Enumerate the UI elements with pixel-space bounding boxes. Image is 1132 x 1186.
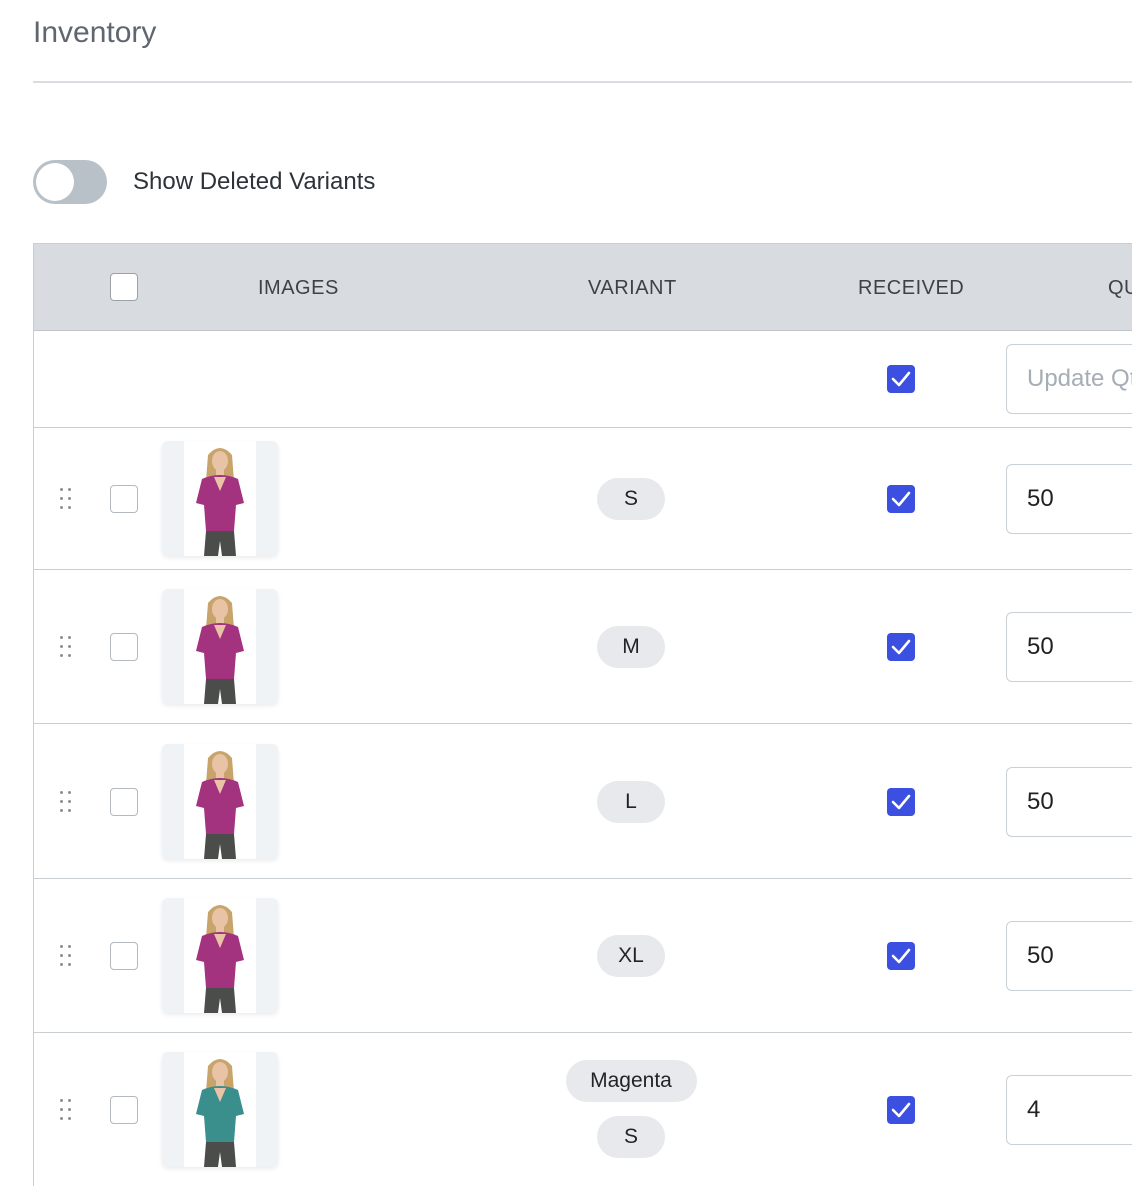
variant-pill: M <box>597 626 665 668</box>
show-deleted-label: Show Deleted Variants <box>133 168 376 195</box>
bulk-update-row <box>34 331 1132 428</box>
bulk-qty-input[interactable] <box>1006 344 1132 414</box>
variant-pill: S <box>597 1115 665 1158</box>
toggle-knob <box>36 163 74 201</box>
quantity-input[interactable] <box>1006 464 1132 534</box>
received-checkbox[interactable] <box>887 787 915 816</box>
quantity-input[interactable] <box>1006 1074 1132 1145</box>
row-select-checkbox[interactable] <box>110 787 138 816</box>
table-header: IMAGES VARIANT RECEIVED QU <box>34 243 1132 331</box>
received-checkbox[interactable] <box>887 942 915 970</box>
drag-handle-icon[interactable] <box>60 945 74 967</box>
column-received: RECEIVED <box>858 277 965 299</box>
magenta-tshirt-image[interactable] <box>162 441 278 556</box>
table-row: L <box>34 724 1132 879</box>
row-select-checkbox[interactable] <box>110 633 138 661</box>
magenta-tshirt-image[interactable] <box>162 743 278 859</box>
inventory-table: IMAGES VARIANT RECEIVED QU S M L XL Magenta S <box>33 243 1132 1186</box>
column-variant: VARIANT <box>588 277 677 299</box>
table-row: M <box>34 570 1132 724</box>
show-deleted-toggle[interactable] <box>33 160 107 204</box>
quantity-input[interactable] <box>1006 766 1132 837</box>
magenta-tshirt-image[interactable] <box>162 589 278 704</box>
row-select-checkbox[interactable] <box>110 1095 138 1124</box>
quantity-input[interactable] <box>1006 921 1132 991</box>
received-checkbox[interactable] <box>887 1095 915 1124</box>
received-checkbox[interactable] <box>887 485 915 513</box>
page-title: Inventory <box>33 16 157 49</box>
magenta-tshirt-image[interactable] <box>162 898 278 1013</box>
select-all-checkbox[interactable] <box>110 273 138 301</box>
variant-pill: L <box>597 780 665 823</box>
title-divider <box>33 81 1132 83</box>
variant-pill: XL <box>597 935 665 977</box>
variant-pill: Magenta <box>565 1059 697 1102</box>
received-checkbox[interactable] <box>887 633 915 661</box>
drag-handle-icon[interactable] <box>60 1098 74 1121</box>
teal-tshirt-image[interactable] <box>162 1051 278 1167</box>
drag-handle-icon[interactable] <box>60 488 74 510</box>
row-select-checkbox[interactable] <box>110 485 138 513</box>
table-row: XL <box>34 879 1132 1033</box>
drag-handle-icon[interactable] <box>60 636 74 658</box>
column-quantity: QU <box>1108 277 1132 299</box>
variant-pill: S <box>597 478 665 520</box>
quantity-input[interactable] <box>1006 612 1132 682</box>
table-row: Magenta S <box>34 1033 1132 1186</box>
bulk-received-checkbox[interactable] <box>887 365 915 393</box>
table-row: S <box>34 428 1132 570</box>
column-images: IMAGES <box>258 277 339 299</box>
drag-handle-icon[interactable] <box>60 790 74 813</box>
row-select-checkbox[interactable] <box>110 942 138 970</box>
